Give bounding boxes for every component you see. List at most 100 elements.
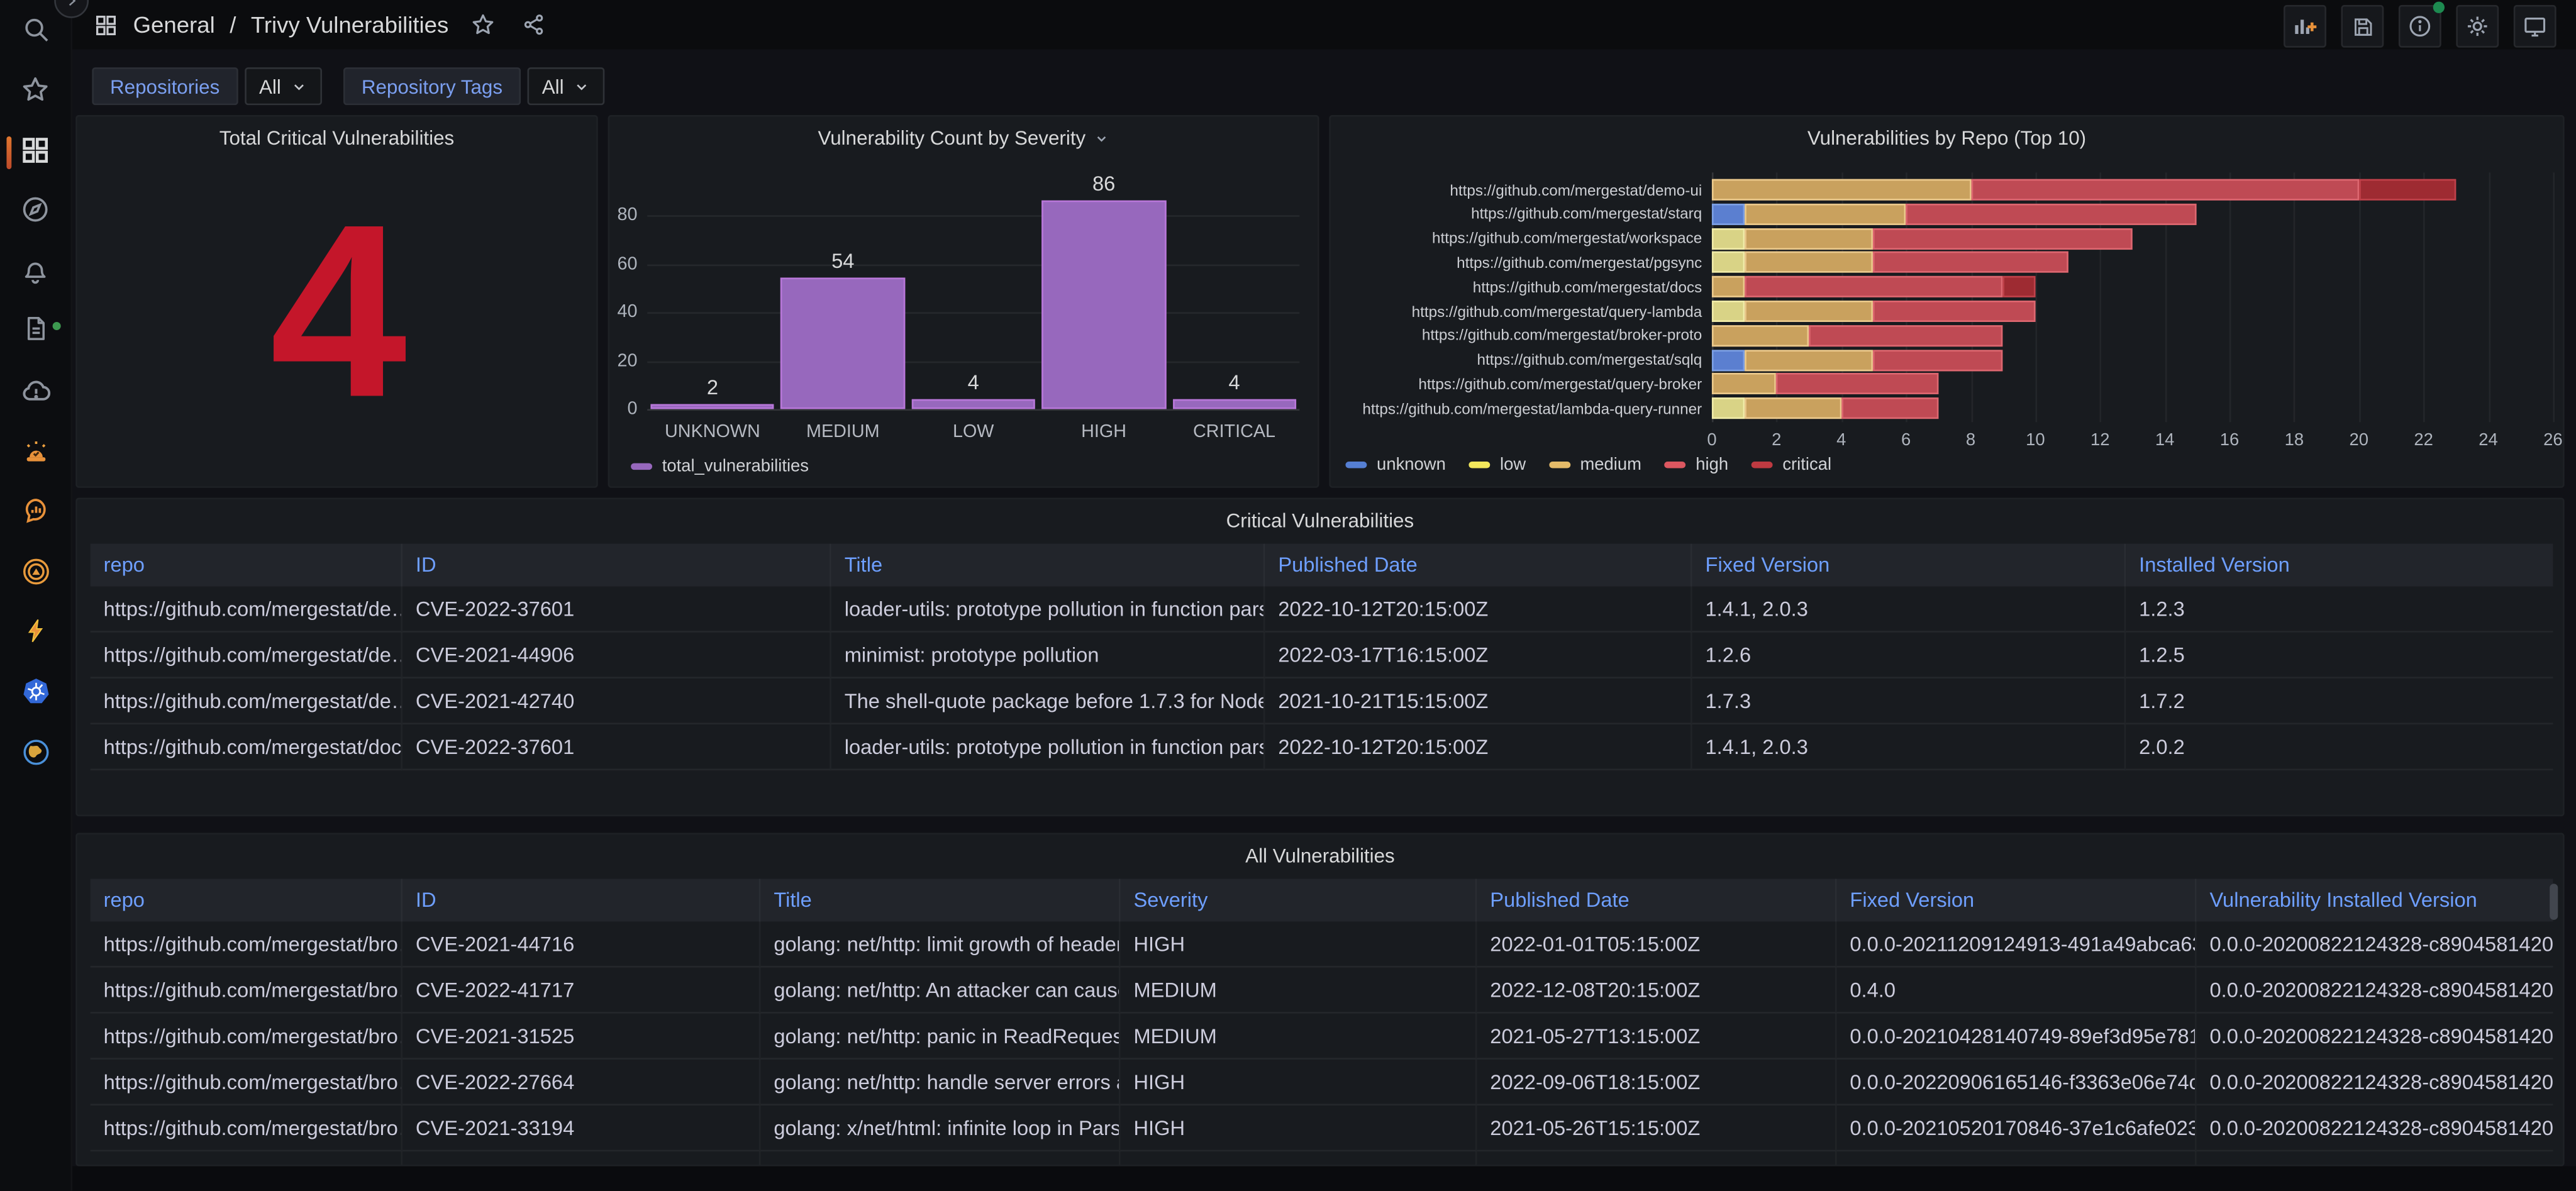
table-cell: minimist: prototype pollution [831, 633, 1265, 679]
legend-label: critical [1782, 455, 1832, 475]
starred-icon [19, 73, 51, 113]
oncall-icon [19, 555, 52, 596]
legend-swatch [1751, 462, 1773, 468]
column-header[interactable]: repo [90, 543, 402, 587]
dashboard-insights-button[interactable] [2398, 1, 2445, 48]
x-gridline [2488, 172, 2490, 423]
table-scrollbar[interactable] [2550, 884, 2558, 920]
panel-title[interactable]: All Vulnerabilities [77, 845, 2563, 868]
legend-item-critical[interactable]: critical [1751, 455, 1832, 475]
sidebar-item-dashboards[interactable] [18, 136, 53, 171]
column-header[interactable]: Published Date [1477, 878, 1837, 922]
sidebar-item-kubernetes[interactable] [18, 679, 53, 713]
cycle-view-mode-button[interactable] [2513, 4, 2557, 48]
panel-critical-table: Critical Vulnerabilities repo ID Title Publ… [75, 497, 2565, 817]
share-icon[interactable] [521, 11, 547, 38]
panel-total-critical: Total Critical Vulnerabilities 4 [75, 114, 598, 488]
top-bar: General / Trivy Vulnerabilities [0, 0, 2576, 50]
column-header[interactable]: Severity [1120, 878, 1477, 922]
dashboard-actions [2284, 1, 2557, 48]
column-header[interactable]: Title [760, 878, 1121, 922]
dashboard-settings-button[interactable] [2456, 4, 2499, 48]
x-gridline [2423, 172, 2426, 423]
sidebar-item-annotations[interactable] [18, 316, 53, 350]
machine-learning-icon [19, 494, 52, 535]
table-cell: https://github.com/mergestat/docs [90, 724, 402, 771]
x-tick-label: 6 [1901, 430, 1911, 450]
repository-tags-label: Repository Tags [343, 67, 521, 106]
variable-repositories: Repositories All [92, 67, 323, 106]
sidebar-item-search[interactable] [18, 16, 53, 51]
x-gridline [2553, 172, 2555, 423]
table-cell: CVE-2021-42740 [402, 679, 831, 724]
column-header[interactable]: Fixed Version [1836, 878, 2197, 922]
column-header[interactable]: Installed Version [2126, 543, 2553, 587]
sidebar-active-indicator [6, 136, 12, 170]
bar-segment-high [1874, 252, 2068, 274]
bar-value-label: 2 [706, 376, 718, 399]
dashboards-icon [19, 134, 51, 174]
bar-segment-medium [1744, 203, 1906, 225]
table-cell: 0.0.0-20200822124328-c89045814202 [2196, 1014, 2553, 1060]
sidebar-item-synthetic-monitoring[interactable] [18, 740, 53, 774]
all-vulnerabilities-table: repo ID Title Severity Published Date Fixed V… [90, 878, 2553, 1165]
sidebar-item-incident[interactable] [18, 438, 53, 473]
repository-tags-select[interactable]: All [527, 67, 605, 106]
add-panel-button[interactable] [2284, 4, 2326, 48]
breadcrumb-folder[interactable]: General [133, 11, 215, 38]
panel-title[interactable]: Critical Vulnerabilities [77, 509, 2563, 533]
panel-repo-chart: Vulnerabilities by Repo (Top 10) 0 2 4 6 8 10… [1329, 114, 2565, 488]
legend-item[interactable]: total_vulnerabilities [631, 457, 809, 477]
repositories-select[interactable]: All [244, 67, 323, 106]
sidebar-item-alerting[interactable] [18, 257, 53, 291]
legend-item-unknown[interactable]: unknown [1345, 455, 1446, 475]
x-category-label: UNKNOWN [665, 422, 760, 442]
x-category-label: LOW [952, 422, 994, 442]
legend-item-medium[interactable]: medium [1548, 455, 1641, 475]
table-cell: 0.0.0-20200822124328-c89045814202 [2196, 1105, 2553, 1152]
sidebar-item-performance[interactable] [18, 618, 53, 652]
column-header[interactable]: Title [831, 543, 1265, 587]
sidebar-item-starred[interactable] [18, 75, 53, 110]
bar-segment-medium [1744, 397, 1841, 419]
chevron-down-icon [577, 83, 587, 90]
table-row: https://github.com/mergestat/bro… CVE-202… [90, 1060, 2553, 1106]
table-cell: https://github.com/mergestat/bro… [90, 1014, 402, 1060]
column-header[interactable]: repo [90, 878, 402, 922]
sidebar-item-oncall[interactable] [18, 558, 53, 593]
column-header[interactable]: Published Date [1265, 543, 1692, 587]
save-dashboard-button[interactable] [2341, 4, 2384, 48]
y-gridline [647, 409, 1300, 411]
chevron-down-icon [294, 83, 304, 90]
table-cell: https://github.com/mergestat/bro… [90, 1105, 402, 1152]
y-gridline [647, 312, 1300, 314]
column-header[interactable]: Fixed Version [1692, 543, 2126, 587]
legend-item-high[interactable]: high [1664, 455, 1728, 475]
table-cell [1477, 1151, 1836, 1165]
sidebar-item-machine-learning[interactable] [18, 498, 53, 533]
star-dashboard-icon[interactable] [470, 11, 496, 38]
severity-bar [911, 399, 1036, 409]
legend-item-low[interactable]: low [1468, 455, 1526, 475]
critical-vulnerabilities-table: repo ID Title Published Date Fixed Version In… [90, 543, 2553, 771]
table-cell: https://github.com/mergestat/de… [90, 587, 402, 633]
bar-segment-high [1841, 397, 1938, 419]
table-row: https://github.com/mergestat/bro… CVE-202… [90, 1014, 2553, 1060]
table-cell: golang: net/http: limit growth of header… [760, 921, 1121, 968]
sidebar-item-cloud[interactable] [18, 378, 53, 413]
column-header[interactable]: Vulnerability Installed Version [2196, 878, 2553, 922]
variable-repository-tags: Repository Tags All [343, 67, 605, 106]
table-cell: HIGH [1120, 1105, 1477, 1152]
repo-label: https://github.com/mergestat/demo-ui [1450, 181, 1702, 198]
sidebar-item-explore[interactable] [18, 196, 53, 230]
table-cell [760, 1151, 1120, 1165]
variable-filters: Repositories All Repository Tags All [92, 67, 605, 106]
table-row: https://github.com/mergestat/de… CVE-2021… [90, 679, 2553, 724]
column-header[interactable]: ID [402, 878, 761, 922]
x-tick-label: 12 [2090, 430, 2110, 450]
table-row: https://github.com/mergestat/docs CVE-202… [90, 724, 2553, 771]
severity-bar [650, 404, 775, 409]
table-cell: CVE-2021-44716 [402, 921, 761, 968]
bar-segment-low [1711, 397, 1745, 419]
column-header[interactable]: ID [402, 543, 831, 587]
